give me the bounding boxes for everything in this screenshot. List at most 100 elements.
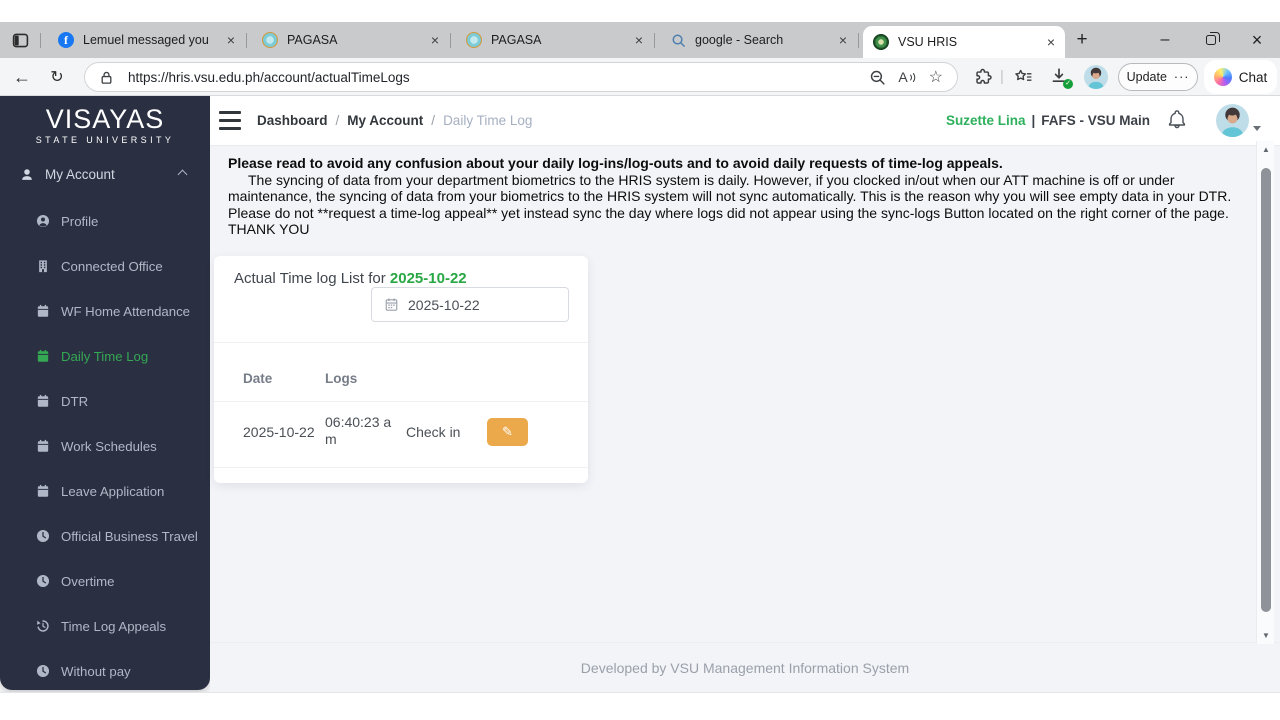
notice-block: Please read to avoid any confusion about… <box>228 155 1244 238</box>
logo-line-2: STATE UNIVERSITY <box>35 135 175 145</box>
clock-icon <box>36 664 50 678</box>
user-separator: | <box>1031 113 1036 128</box>
column-header-logs: Logs <box>325 371 358 386</box>
close-tab-icon[interactable]: × <box>227 33 235 47</box>
chevron-up-icon <box>177 169 188 180</box>
refresh-button[interactable]: ↻ <box>42 58 72 96</box>
browser-tab-google-search[interactable]: google - Search × <box>660 25 857 55</box>
breadcrumb: Dashboard / My Account / Daily Time Log <box>257 96 532 145</box>
logo-line-1: VISAYAS <box>45 104 165 134</box>
close-window-button[interactable]: × <box>1238 28 1276 52</box>
tab-separator <box>246 33 247 48</box>
copilot-icon <box>1213 68 1232 86</box>
hamburger-menu-icon[interactable] <box>219 111 241 130</box>
notifications-bell-icon[interactable] <box>1167 110 1187 130</box>
favorite-star-icon[interactable]: ☆ <box>929 67 943 87</box>
close-tab-icon[interactable]: × <box>431 33 439 47</box>
card-title-date: 2025-10-22 <box>389 270 467 287</box>
vertical-scrollbar[interactable]: ▲ ▼ <box>1256 141 1274 644</box>
zoom-out-icon[interactable] <box>869 69 886 86</box>
browser-tab-pagasa-2[interactable]: PAGASA × <box>456 25 653 55</box>
calendar-icon <box>36 484 50 498</box>
close-tab-icon[interactable]: × <box>1047 35 1055 49</box>
update-button[interactable]: Update ··· <box>1118 63 1198 91</box>
tab-strip: f Lemuel messaged you × PAGASA × PAGASA … <box>0 22 1280 58</box>
calendar-icon <box>36 349 50 363</box>
read-aloud-icon[interactable]: A <box>898 69 916 85</box>
sidebar-item-official-business-travel[interactable]: Official Business Travel <box>36 526 198 546</box>
scroll-up-icon[interactable]: ▲ <box>1257 145 1275 154</box>
edit-log-button[interactable]: ✎ <box>487 418 528 446</box>
sidebar-item-wf-home-attendance[interactable]: WF Home Attendance <box>36 301 190 321</box>
browser-tab-pagasa-1[interactable]: PAGASA × <box>252 25 449 55</box>
lock-icon <box>99 70 114 85</box>
page-bottom-strip <box>0 692 1280 720</box>
sidebar-item-dtr[interactable]: DTR <box>36 391 88 411</box>
app-topbar: Dashboard / My Account / Daily Time Log … <box>210 96 1280 145</box>
log-row-time: 06:40:23 am <box>325 414 392 447</box>
date-picker-value: 2025-10-22 <box>408 296 480 313</box>
calendar-icon <box>384 297 399 312</box>
sidebar-item-time-log-appeals[interactable]: Time Log Appeals <box>36 616 166 636</box>
browser-tab-vsu-hris-active[interactable]: VSU HRIS × <box>863 26 1065 58</box>
search-icon <box>670 32 686 48</box>
sidebar-item-my-account[interactable]: My Account <box>20 164 194 184</box>
sidebar-parent-label: My Account <box>45 166 115 182</box>
history-icon <box>36 619 50 633</box>
copilot-chat-button[interactable]: Chat <box>1204 60 1277 94</box>
main-area: Dashboard / My Account / Daily Time Log … <box>0 96 1280 720</box>
caret-down-icon[interactable] <box>1253 126 1261 131</box>
back-button[interactable]: ← <box>6 58 38 96</box>
scroll-down-icon[interactable]: ▼ <box>1257 631 1275 640</box>
tab-title: PAGASA <box>287 33 338 47</box>
extensions-icon[interactable] <box>974 68 992 86</box>
url-text[interactable]: https://hris.vsu.edu.ph/account/actualTi… <box>128 70 857 85</box>
favorites-hub-icon[interactable] <box>1014 68 1033 86</box>
pagasa-icon <box>466 32 482 48</box>
toolbar-separator: | <box>1000 68 1004 85</box>
minimize-button[interactable]: – <box>1146 28 1184 52</box>
address-bar[interactable]: https://hris.vsu.edu.ph/account/actualTi… <box>84 62 958 92</box>
sidebar-item-label: Overtime <box>61 573 115 589</box>
restore-button[interactable] <box>1192 28 1230 52</box>
notice-heading: Please read to avoid any confusion about… <box>228 155 1003 171</box>
sidebar-item-label: Work Schedules <box>61 438 157 454</box>
card-title-prefix: Actual Time log List for <box>234 270 390 287</box>
browser-tab-facebook[interactable]: f Lemuel messaged you × <box>48 25 245 55</box>
sidebar-item-label: Without pay <box>61 663 131 679</box>
sidebar-item-label: Leave Application <box>61 483 165 499</box>
clock-icon <box>36 529 50 543</box>
tab-search-icon[interactable] <box>12 32 29 49</box>
tab-title: PAGASA <box>491 33 542 47</box>
vsu-seal-icon <box>873 34 889 50</box>
user-unit: FAFS - VSU Main <box>1041 113 1150 128</box>
breadcrumb-my-account[interactable]: My Account <box>347 113 423 128</box>
sidebar-item-overtime[interactable]: Overtime <box>36 571 115 591</box>
column-header-date: Date <box>243 371 273 386</box>
sidebar-item-profile[interactable]: Profile <box>36 211 98 231</box>
sidebar-item-label: Connected Office <box>61 258 163 274</box>
sidebar-item-work-schedules[interactable]: Work Schedules <box>36 436 157 456</box>
tab-title: google - Search <box>695 33 784 47</box>
sidebar-item-without-pay[interactable]: Without pay <box>36 661 131 681</box>
close-tab-icon[interactable]: × <box>839 33 847 47</box>
sidebar-item-leave-application[interactable]: Leave Application <box>36 481 164 501</box>
tab-separator <box>450 33 451 48</box>
pencil-icon: ✎ <box>502 424 513 439</box>
sidebar-item-daily-time-log[interactable]: Daily Time Log <box>36 346 148 366</box>
sidebar-item-connected-office[interactable]: Connected Office <box>36 256 163 276</box>
footer-text: Developed by VSU Management Information … <box>580 660 910 676</box>
downloads-icon[interactable] <box>1050 67 1073 89</box>
date-picker-input[interactable]: 2025-10-22 <box>371 287 569 322</box>
restore-icon <box>1206 32 1220 45</box>
log-row-type: Check in <box>406 424 461 440</box>
browser-profile-avatar[interactable] <box>1084 65 1108 89</box>
facebook-icon: f <box>58 32 74 48</box>
new-tab-button[interactable]: + <box>1070 29 1094 51</box>
breadcrumb-dashboard[interactable]: Dashboard <box>257 113 328 128</box>
account-avatar[interactable] <box>1216 104 1249 137</box>
user-icon <box>20 167 34 182</box>
card-divider <box>214 401 588 402</box>
close-tab-icon[interactable]: × <box>635 33 643 47</box>
scrollbar-thumb[interactable] <box>1261 168 1271 612</box>
